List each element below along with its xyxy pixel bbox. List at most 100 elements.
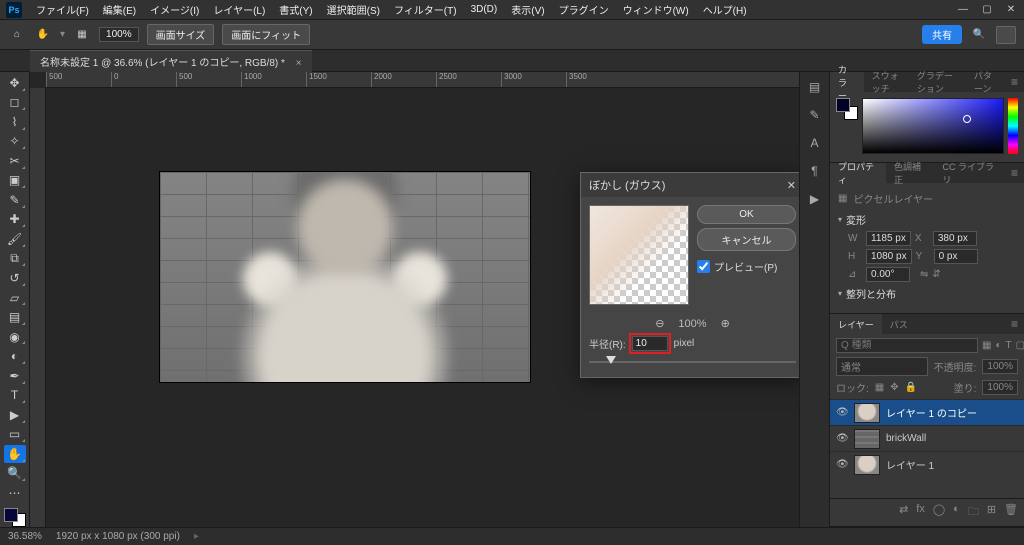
- brush-panel-icon[interactable]: ✎: [806, 106, 824, 124]
- home-icon[interactable]: ⌂: [8, 26, 26, 44]
- radius-slider[interactable]: [589, 355, 796, 369]
- move-tool-icon[interactable]: ✥: [4, 74, 26, 92]
- tab-cc-libraries[interactable]: CC ライブラリ: [934, 163, 1005, 183]
- fill-value[interactable]: 100%: [982, 380, 1018, 395]
- menu-view[interactable]: 表示(V): [505, 2, 550, 17]
- menu-select[interactable]: 選択範囲(S): [321, 2, 386, 17]
- prop-width[interactable]: 1185 px: [866, 231, 911, 246]
- menu-layer[interactable]: レイヤー(L): [207, 2, 271, 17]
- filter-shape-icon[interactable]: ▢: [1016, 340, 1024, 351]
- layer-style-icon[interactable]: fx: [916, 503, 925, 522]
- dialog-close-icon[interactable]: ✕: [787, 179, 796, 192]
- eraser-tool-icon[interactable]: ▱: [4, 289, 26, 307]
- status-zoom[interactable]: 36.58%: [8, 531, 42, 542]
- marquee-tool-icon[interactable]: ◻: [4, 94, 26, 112]
- tab-color[interactable]: カラー: [830, 72, 864, 92]
- lock-pixels-icon[interactable]: ▦: [875, 382, 884, 393]
- visibility-icon[interactable]: 👁: [836, 407, 848, 418]
- zoom-in-icon[interactable]: ⊕: [721, 317, 730, 330]
- menu-window[interactable]: ウィンドウ(W): [617, 2, 695, 17]
- layer-filter-input[interactable]: [836, 338, 978, 353]
- menu-filter[interactable]: フィルター(T): [388, 2, 463, 17]
- layer-row[interactable]: 👁 レイヤー 1 のコピー: [830, 399, 1024, 425]
- zoom-tool-icon[interactable]: 🔍: [4, 465, 26, 483]
- healing-tool-icon[interactable]: ✚: [4, 211, 26, 229]
- hand-tool-icon[interactable]: ✋: [34, 26, 52, 44]
- layer-row[interactable]: 👁 brickWall: [830, 425, 1024, 451]
- canvas-area[interactable]: 5000500 100015002000 250030003500 ぼかし (ガ…: [30, 72, 799, 527]
- eyedropper-tool-icon[interactable]: ✎: [4, 191, 26, 209]
- visibility-icon[interactable]: 👁: [836, 433, 848, 444]
- document-canvas[interactable]: [160, 172, 530, 382]
- blend-mode-select[interactable]: 通常: [836, 357, 928, 376]
- lasso-tool-icon[interactable]: ⌇: [4, 113, 26, 131]
- scroll-all-icon[interactable]: ▦: [73, 26, 91, 44]
- tab-adjustments[interactable]: 色調補正: [886, 163, 934, 183]
- new-layer-icon[interactable]: ⊞: [987, 503, 996, 522]
- menu-file[interactable]: ファイル(F): [30, 2, 95, 17]
- filter-type-icon[interactable]: T: [1006, 340, 1012, 351]
- history-panel-icon[interactable]: ▤: [806, 78, 824, 96]
- window-close-icon[interactable]: ✕: [1006, 4, 1016, 15]
- layer-name[interactable]: レイヤー 1: [886, 457, 934, 472]
- layer-mask-icon[interactable]: ◯: [933, 503, 945, 522]
- dialog-titlebar[interactable]: ぼかし (ガウス) ✕: [581, 173, 799, 197]
- actions-panel-icon[interactable]: ▶: [806, 190, 824, 208]
- flip-h-icon[interactable]: ⇋: [920, 269, 928, 280]
- workspace-switch-icon[interactable]: [996, 26, 1016, 44]
- dialog-preview[interactable]: [589, 205, 689, 305]
- frame-tool-icon[interactable]: ▣: [4, 172, 26, 190]
- shape-tool-icon[interactable]: ▭: [4, 426, 26, 444]
- fit-screen-button[interactable]: 画面にフィット: [222, 24, 310, 45]
- tab-swatches[interactable]: スウォッチ: [864, 72, 909, 92]
- new-group-icon[interactable]: 🗀: [968, 503, 979, 522]
- opacity-value[interactable]: 100%: [982, 359, 1018, 374]
- prop-height[interactable]: 1080 px: [866, 249, 912, 264]
- menu-plugin[interactable]: プラグイン: [553, 2, 615, 17]
- char-panel-icon[interactable]: A: [806, 134, 824, 152]
- zoom-out-icon[interactable]: ⊖: [655, 317, 664, 330]
- section-transform[interactable]: 変形: [838, 212, 1016, 227]
- visibility-icon[interactable]: 👁: [836, 459, 848, 470]
- link-layers-icon[interactable]: ⇄: [899, 503, 908, 522]
- document-tab[interactable]: 名称未設定 1 @ 36.6% (レイヤー 1 のコピー, RGB/8) * ×: [30, 50, 312, 72]
- canvas-size-button[interactable]: 画面サイズ: [147, 24, 215, 45]
- tab-gradients[interactable]: グラデーション: [909, 72, 966, 92]
- preview-checkbox[interactable]: プレビュー(P): [697, 259, 796, 274]
- filter-adj-icon[interactable]: ◐: [995, 340, 1001, 351]
- fg-bg-swatch[interactable]: [4, 508, 26, 527]
- new-adjust-icon[interactable]: ◐: [953, 503, 960, 522]
- color-fg-bg[interactable]: [836, 98, 858, 120]
- layer-name[interactable]: レイヤー 1 のコピー: [886, 405, 977, 420]
- lock-all-icon[interactable]: 🔒: [905, 382, 917, 393]
- zoom-field[interactable]: 100%: [99, 27, 139, 42]
- lock-position-icon[interactable]: ✥: [890, 382, 898, 393]
- preview-checkbox-input[interactable]: [697, 260, 710, 273]
- stamp-tool-icon[interactable]: ⧉: [4, 250, 26, 268]
- panel-menu-icon[interactable]: ≡: [1005, 317, 1024, 331]
- edit-toolbar-icon[interactable]: ⋯: [4, 484, 26, 502]
- cancel-button[interactable]: キャンセル: [697, 228, 796, 251]
- delete-layer-icon[interactable]: 🗑: [1004, 503, 1018, 522]
- share-button[interactable]: 共有: [922, 25, 962, 44]
- type-tool-icon[interactable]: T: [4, 387, 26, 405]
- prop-angle[interactable]: 0.00°: [866, 267, 910, 282]
- section-align[interactable]: 整列と分布: [838, 286, 1016, 301]
- panel-menu-icon[interactable]: ≡: [1005, 166, 1024, 180]
- hue-slider[interactable]: [1008, 98, 1018, 154]
- menu-3d[interactable]: 3D(D): [465, 4, 504, 15]
- path-select-icon[interactable]: ▶: [4, 406, 26, 424]
- history-brush-icon[interactable]: ↺: [4, 269, 26, 287]
- hand-tool-icon[interactable]: ✋: [4, 445, 26, 463]
- tab-paths[interactable]: パス: [882, 314, 916, 334]
- flip-v-icon[interactable]: ⇵: [932, 269, 940, 280]
- crop-tool-icon[interactable]: ✂: [4, 152, 26, 170]
- blur-tool-icon[interactable]: ◉: [4, 328, 26, 346]
- search-icon[interactable]: 🔍: [970, 26, 988, 44]
- tab-patterns[interactable]: パターン: [966, 72, 1005, 92]
- layer-row[interactable]: 👁 レイヤー 1: [830, 451, 1024, 477]
- gradient-tool-icon[interactable]: ▤: [4, 308, 26, 326]
- dodge-tool-icon[interactable]: ◐: [4, 347, 26, 365]
- window-minimize-icon[interactable]: —: [958, 4, 968, 15]
- prop-x[interactable]: 380 px: [933, 231, 977, 246]
